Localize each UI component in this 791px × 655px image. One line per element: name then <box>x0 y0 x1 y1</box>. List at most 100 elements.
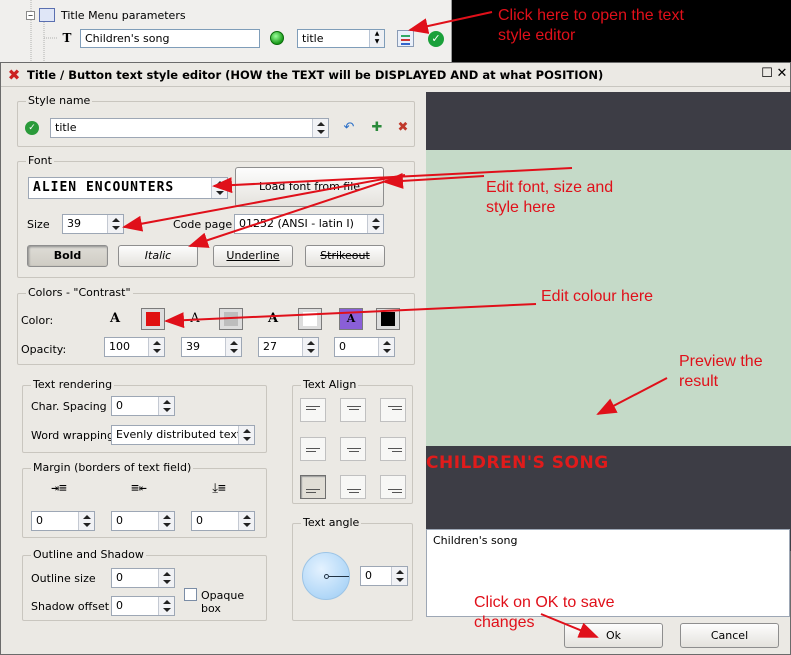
spin-arrows-icon[interactable] <box>158 512 174 530</box>
dialog-title: Title / Button text style editor (HOW th… <box>27 67 604 82</box>
align-bottom-center-button[interactable] <box>340 475 366 499</box>
opaque-box-label: Opaque box <box>201 589 245 615</box>
margin-top-input[interactable]: 0 <box>191 511 255 531</box>
style-name-input[interactable]: title <box>50 118 329 138</box>
tree-node-title-menu-parameters[interactable]: − Title Menu parameters <box>26 6 186 24</box>
italic-button[interactable]: Italic <box>118 245 198 267</box>
annotation-line: result <box>679 373 719 390</box>
align-bottom-left-button[interactable] <box>300 475 326 499</box>
spin-arrows-icon[interactable]: ▲ ▼ <box>369 30 384 47</box>
maximize-icon[interactable]: ☐ <box>760 67 774 81</box>
spin-arrows-icon[interactable] <box>312 119 328 137</box>
open-style-editor-button[interactable] <box>397 30 414 47</box>
delete-style-icon[interactable]: ✖ <box>392 117 414 139</box>
angle-dial-hand <box>329 576 349 577</box>
add-style-icon[interactable]: ✚ <box>366 117 388 139</box>
group-title: Text angle <box>301 516 362 529</box>
confirm-icon[interactable]: ✓ <box>428 31 444 47</box>
text-color-picker-icon[interactable]: A <box>104 308 126 330</box>
margin-left-input[interactable]: 0 <box>31 511 95 531</box>
spin-arrows-icon[interactable] <box>211 178 227 198</box>
text-style-editor-dialog: ✖ Title / Button text style editor (HOW … <box>0 62 791 655</box>
box-color-picker-icon[interactable]: A <box>339 308 363 330</box>
align-top-right-button[interactable] <box>380 398 406 422</box>
font-name-select[interactable]: ALIEN ENCOUNTERS <box>28 177 228 199</box>
spin-arrows-icon[interactable] <box>225 338 241 356</box>
spin-arrows-icon[interactable] <box>78 512 94 530</box>
spin-arrows-icon[interactable] <box>238 426 254 444</box>
shadow-opacity-input[interactable]: 27 <box>258 337 319 357</box>
strikeout-button[interactable]: Strikeout <box>305 245 385 267</box>
spin-arrows-icon[interactable] <box>302 338 318 356</box>
spin-arrows-icon[interactable] <box>158 597 174 615</box>
margin-value: 0 <box>116 514 123 527</box>
spin-arrows-icon[interactable] <box>378 338 394 356</box>
align-bottom-right-button[interactable] <box>380 475 406 499</box>
outline-color-picker-icon[interactable]: A <box>184 308 206 330</box>
align-top-center-button[interactable] <box>340 398 366 422</box>
text-color-swatch[interactable] <box>141 308 165 330</box>
outline-opacity-input[interactable]: 39 <box>181 337 242 357</box>
code-page-select[interactable]: 01252 (ANSI - latin I) <box>234 214 384 234</box>
cancel-button[interactable]: Cancel <box>680 623 779 648</box>
align-top-left-button[interactable] <box>300 398 326 422</box>
style-name-value: title <box>55 121 77 134</box>
margin-right-input[interactable]: 0 <box>111 511 175 531</box>
box-opacity-input[interactable]: 0 <box>334 337 395 357</box>
box-color-swatch[interactable] <box>376 308 400 330</box>
tree-text-input[interactable]: Children's song <box>80 29 260 48</box>
opaque-box-checkbox[interactable] <box>184 588 197 601</box>
annotation-line: style editor <box>498 27 576 44</box>
outline-color-swatch[interactable] <box>219 308 243 330</box>
shadow-offset-value: 0 <box>116 599 123 612</box>
text-opacity-input[interactable]: 100 <box>104 337 165 357</box>
tree-style-value: title <box>302 32 324 45</box>
tree-style-select[interactable]: title ▲ ▼ <box>297 29 385 48</box>
spin-arrows-icon[interactable] <box>107 215 123 233</box>
spin-arrows-icon[interactable] <box>158 569 174 587</box>
char-spacing-value: 0 <box>116 399 123 412</box>
word-wrapping-select[interactable]: Evenly distributed text <box>111 425 255 445</box>
bold-button[interactable]: Bold <box>27 245 108 267</box>
outline-size-input[interactable]: 0 <box>111 568 175 588</box>
revert-style-icon[interactable]: ↶ <box>338 117 360 139</box>
annotation-edit-colour: Edit colour here <box>541 288 654 305</box>
shadow-color-swatch[interactable] <box>298 308 322 330</box>
spin-arrows-icon[interactable] <box>391 567 407 585</box>
align-middle-left-button[interactable] <box>300 437 326 461</box>
underline-button[interactable]: Underline <box>213 245 293 267</box>
spin-arrows-icon[interactable] <box>367 215 383 233</box>
margin-left-icon: ⇥≡ <box>51 481 67 496</box>
dialog-titlebar[interactable]: ✖ Title / Button text style editor (HOW … <box>1 63 790 87</box>
text-type-icon: T <box>62 31 72 45</box>
shadow-color-picker-icon[interactable]: A <box>262 308 284 330</box>
char-spacing-input[interactable]: 0 <box>111 396 175 416</box>
shadow-offset-input[interactable]: 0 <box>111 596 175 616</box>
font-name-value: ALIEN ENCOUNTERS <box>33 180 175 195</box>
text-angle-input[interactable]: 0 <box>360 566 408 586</box>
angle-dial[interactable] <box>302 552 350 600</box>
align-middle-center-button[interactable] <box>340 437 366 461</box>
annotation-save: Click on OK to save changes <box>474 593 615 633</box>
swatch-fill <box>224 312 238 326</box>
spin-arrows-icon[interactable] <box>158 397 174 415</box>
group-title: Font <box>26 154 54 167</box>
group-title: Text Align <box>301 378 359 391</box>
opacity-value: 27 <box>263 340 277 353</box>
spin-arrows-icon[interactable] <box>238 512 254 530</box>
spin-arrows-icon[interactable] <box>148 338 164 356</box>
margin-top-icon: ⤓≡ <box>212 481 226 496</box>
char-spacing-label: Char. Spacing <box>31 400 107 413</box>
text-rendering-group: Text rendering Char. Spacing 0 Word wrap… <box>22 378 267 453</box>
code-page-value: 01252 (ANSI - latin I) <box>239 217 354 230</box>
annotation-line: style here <box>486 199 556 216</box>
size-input[interactable]: 39 <box>62 214 124 234</box>
collapse-icon[interactable]: − <box>26 10 35 20</box>
close-icon[interactable]: ✕ <box>775 67 789 81</box>
load-font-button[interactable]: Load font from file <box>235 167 384 207</box>
colors-group: Colors - "Contrast" Color: A A A A Opaci… <box>17 286 415 365</box>
swatch-fill <box>381 312 395 326</box>
align-middle-right-button[interactable] <box>380 437 406 461</box>
swatch-fill <box>303 312 317 326</box>
word-wrapping-label: Word wrapping <box>31 429 115 442</box>
